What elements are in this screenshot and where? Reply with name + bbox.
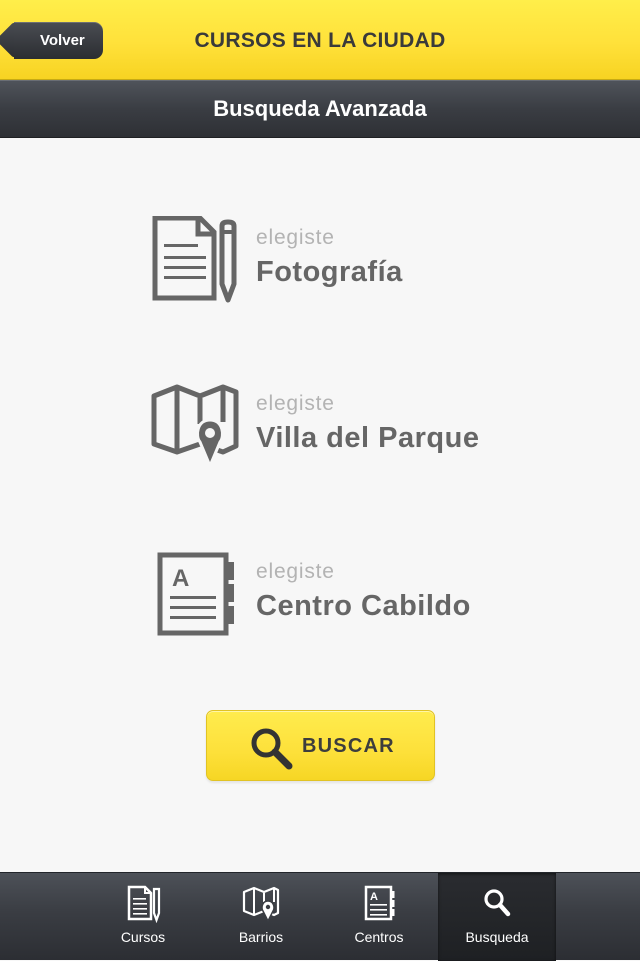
map-pin-icon bbox=[242, 886, 280, 923]
selection-value: Fotografía bbox=[256, 256, 403, 288]
selected-course: elegiste Fotografía bbox=[150, 216, 550, 306]
top-bar: CURSOS EN LA CIUDAD Volver bbox=[0, 0, 640, 80]
address-book-icon: A bbox=[157, 552, 234, 636]
magnifier-icon bbox=[484, 889, 511, 917]
search-button[interactable]: BUSCAR bbox=[206, 710, 435, 781]
svg-text:A: A bbox=[172, 565, 189, 592]
selection-caption: elegiste bbox=[256, 392, 335, 415]
search-button-label: BUSCAR bbox=[302, 735, 395, 757]
tab-label: Busqueda bbox=[465, 929, 529, 945]
selection-value: Villa del Parque bbox=[256, 422, 480, 454]
tab-busqueda[interactable]: Busqueda bbox=[438, 873, 556, 961]
selection-value: Centro Cabildo bbox=[256, 590, 471, 622]
svg-text:A: A bbox=[370, 891, 378, 903]
tab-label: Centros bbox=[354, 929, 404, 945]
selected-center: A elegiste Centro Cabildo bbox=[150, 550, 550, 640]
tab-barrios[interactable]: Barrios bbox=[202, 873, 320, 961]
map-pin-icon bbox=[151, 384, 239, 470]
page-title: Busqueda Avanzada bbox=[213, 96, 427, 121]
selection-caption: elegiste bbox=[256, 226, 335, 249]
tab-label: Cursos bbox=[120, 929, 166, 945]
document-pencil-icon bbox=[152, 216, 237, 303]
tab-label: Barrios bbox=[238, 929, 284, 945]
selection-caption: elegiste bbox=[256, 560, 335, 583]
section-bar: Busqueda Avanzada bbox=[0, 80, 640, 138]
document-pencil-icon bbox=[127, 885, 161, 923]
back-button[interactable]: Volver bbox=[14, 22, 103, 59]
address-book-icon: A bbox=[364, 885, 395, 921]
selected-neighborhood: elegiste Villa del Parque bbox=[150, 382, 550, 472]
magnifier-icon bbox=[251, 728, 293, 770]
tab-bar: Cursos Barrios A Centros Busqueda bbox=[0, 872, 640, 961]
tab-cursos[interactable]: Cursos bbox=[84, 873, 202, 961]
tab-centros[interactable]: A Centros bbox=[320, 873, 438, 961]
